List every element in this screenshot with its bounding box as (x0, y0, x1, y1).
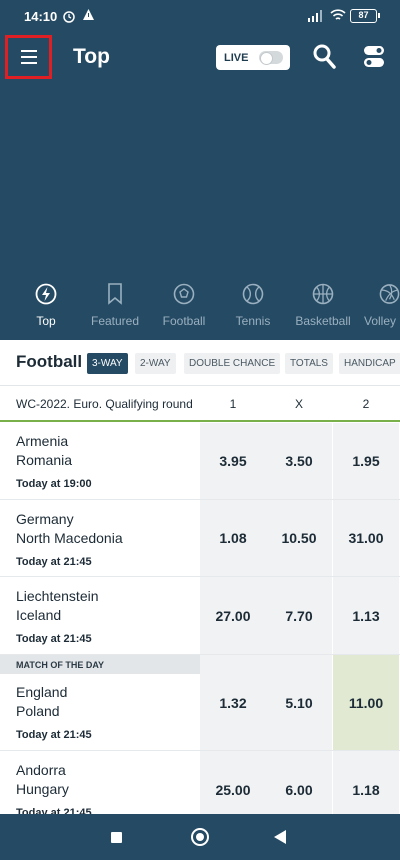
wifi-icon (330, 8, 346, 25)
match-row[interactable]: Liechtenstein Iceland Today at 21:45 27.… (0, 577, 400, 655)
away-team: Iceland (16, 607, 62, 623)
match-teams: Liechtenstein Iceland Today at 21:45 (16, 587, 99, 649)
sports-tabs: Top Featured Football Tennis Basketball … (0, 282, 400, 338)
live-label: LIVE (224, 51, 249, 64)
tab-handicap[interactable]: HANDICAP (339, 353, 400, 374)
market-selector: Football 3-WAY 2-WAY DOUBLE CHANCE TOTAL… (0, 340, 400, 386)
sport-tab-label: Tennis (235, 314, 271, 328)
odd-draw[interactable]: 3.50 (266, 423, 332, 499)
odd-home[interactable]: 1.32 (200, 655, 266, 750)
system-nav-bar (0, 814, 400, 860)
sport-tab-tennis[interactable]: Tennis (218, 282, 288, 328)
tab-double-chance[interactable]: DOUBLE CHANCE (184, 353, 281, 374)
league-name[interactable]: WC-2022. Euro. Qualifying round (16, 397, 200, 411)
recent-apps-icon[interactable] (111, 832, 122, 843)
status-time: 14:10 (24, 9, 58, 24)
market-title: Football (16, 352, 83, 371)
match-time: Today at 21:45 (16, 633, 92, 645)
odd-draw[interactable]: 5.10 (266, 655, 332, 750)
live-switch[interactable] (259, 51, 283, 65)
search-icon (313, 44, 336, 69)
match-teams: Armenia Romania Today at 19:00 (16, 432, 92, 494)
tab-3-way[interactable]: 3-WAY (87, 353, 128, 374)
alarm-icon (62, 9, 76, 26)
away-team: Romania (16, 452, 73, 468)
sport-tab-top[interactable]: Top (11, 282, 81, 328)
toggles-icon (364, 46, 384, 67)
odd-home[interactable]: 3.95 (200, 423, 266, 499)
odd-home[interactable]: 27.00 (200, 577, 266, 654)
match-row[interactable]: Armenia Romania Today at 19:00 3.95 3.50… (0, 423, 400, 500)
home-team: Liechtenstein (16, 588, 99, 604)
match-time: Today at 21:45 (16, 729, 92, 741)
battery-icon: 87 (350, 9, 380, 23)
match-of-the-day-row[interactable]: MATCH OF THE DAY England Poland Today at… (0, 655, 400, 751)
volleyball-icon (352, 282, 400, 306)
match-teams: England Poland Today at 21:45 (16, 683, 92, 745)
match-row[interactable]: Germany North Macedonia Today at 21:45 1… (0, 500, 400, 577)
status-bar: 14:10 87 (0, 0, 400, 34)
sport-tab-label: Volley (364, 314, 397, 328)
odd-draw[interactable]: 7.70 (266, 577, 332, 654)
away-team: North Macedonia (16, 530, 123, 546)
away-team: Hungary (16, 781, 69, 797)
sport-tab-basketball[interactable]: Basketball (288, 282, 358, 328)
tab-2-way[interactable]: 2-WAY (135, 353, 176, 374)
warning-icon (82, 8, 95, 24)
odd-away[interactable]: 31.00 (333, 500, 399, 576)
sport-tab-label: Football (162, 314, 206, 328)
sport-tab-label: Featured (90, 314, 140, 328)
odd-draw[interactable]: 10.50 (266, 500, 332, 576)
match-time: Today at 19:00 (16, 478, 92, 490)
basketball-icon (288, 282, 358, 306)
odd-home[interactable]: 1.08 (200, 500, 266, 576)
back-icon[interactable] (274, 830, 286, 849)
sparkle-icon (11, 282, 81, 306)
tab-totals[interactable]: TOTALS (285, 353, 333, 374)
tennis-icon (218, 282, 288, 306)
league-header: WC-2022. Euro. Qualifying round 1 X 2 (0, 386, 400, 422)
column-header-1: 1 (229, 397, 237, 411)
football-icon (149, 282, 219, 306)
match-teams: Germany North Macedonia Today at 21:45 (16, 510, 123, 572)
live-toggle[interactable]: LIVE (216, 45, 290, 70)
odd-away[interactable]: 11.00 (333, 655, 399, 750)
sport-tab-featured[interactable]: Featured (80, 282, 150, 328)
home-team: Andorra (16, 762, 66, 778)
settings-button[interactable] (363, 45, 385, 69)
home-team: Germany (16, 511, 74, 527)
odd-away[interactable]: 1.13 (333, 577, 399, 654)
sport-tab-label: Top (36, 314, 56, 328)
menu-button[interactable] (5, 35, 52, 79)
match-time: Today at 21:45 (16, 556, 92, 568)
search-button[interactable] (313, 44, 337, 70)
odd-away[interactable]: 1.95 (333, 423, 399, 499)
hamburger-icon (20, 50, 37, 64)
column-header-2: 2 (362, 397, 370, 411)
signal-icon (308, 10, 322, 25)
home-team: Armenia (16, 433, 69, 449)
home-team: England (16, 684, 68, 700)
away-team: Poland (16, 703, 60, 719)
page-title: Top (73, 45, 110, 68)
sport-tab-volley[interactable]: Volley (352, 282, 400, 328)
match-of-the-day-label: MATCH OF THE DAY (0, 655, 200, 674)
bookmark-icon (80, 282, 150, 306)
sport-tab-label: Basketball (295, 314, 351, 328)
home-icon[interactable] (191, 828, 209, 846)
sport-tab-football[interactable]: Football (149, 282, 219, 328)
column-header-x: X (294, 397, 303, 411)
